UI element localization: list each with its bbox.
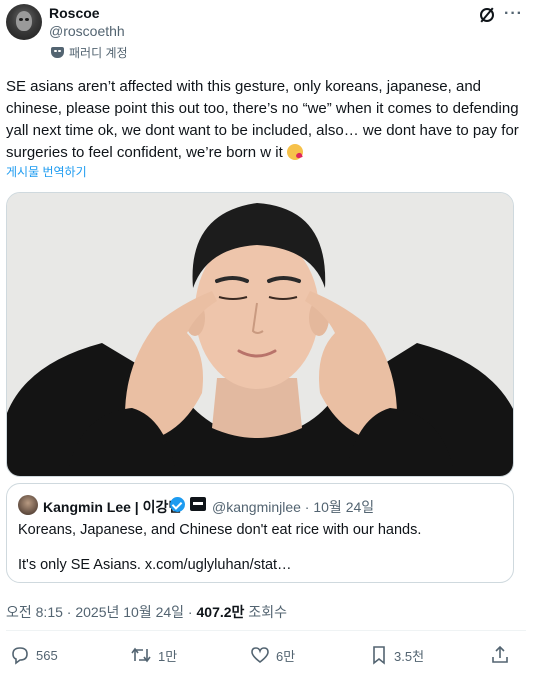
divider <box>6 630 526 631</box>
repost-count: 1만 <box>158 648 178 664</box>
more-options-icon[interactable]: ··· <box>504 5 523 23</box>
kissing-face-emoji-icon <box>286 144 303 160</box>
parody-account-label: 패러디 계정 <box>51 44 128 61</box>
grok-icon[interactable] <box>480 8 494 22</box>
tweet-header: Roscoe @roscoethh 패러디 계정 ··· <box>6 4 526 64</box>
views-label: 조회수 <box>244 604 287 620</box>
repost-button[interactable]: 1만 <box>130 644 177 666</box>
action-bar: 565 1만 6만 3.5천 <box>10 644 522 668</box>
heart-icon <box>251 647 269 664</box>
author-handle[interactable]: @roscoethh <box>49 23 125 39</box>
tweet-image[interactable] <box>6 192 514 477</box>
photo-man-pulling-eyes <box>7 193 513 476</box>
tweet-timestamp[interactable]: 오전 8:15 · 2025년 10월 24일 · <box>6 604 197 620</box>
quoted-text-line: It's only SE Asians. x.com/uglyluhan/sta… <box>18 557 292 573</box>
tweet-meta: 오전 8:15 · 2025년 10월 24일 · 407.2만 조회수 <box>6 602 287 622</box>
verified-badge-icon <box>170 497 185 512</box>
parody-mask-icon <box>51 47 64 58</box>
bookmark-icon <box>373 646 385 665</box>
author-avatar[interactable] <box>6 4 42 40</box>
parody-label-text: 패러디 계정 <box>69 46 128 60</box>
quoted-author-name[interactable]: Kangmin Lee | 이강민 <box>43 497 181 517</box>
quoted-tweet-card[interactable]: Kangmin Lee | 이강민 @kangminjlee · 10월 24일… <box>6 483 514 583</box>
repost-icon <box>131 647 151 663</box>
reply-icon <box>12 647 28 665</box>
tweet-text-content: SE asians aren’t affected with this gest… <box>6 78 519 161</box>
like-count: 6만 <box>276 648 296 664</box>
translate-post-link[interactable]: 게시물 번역하기 <box>6 163 87 180</box>
affiliation-badge-icon <box>190 497 206 511</box>
quoted-author-handle: @kangminjlee · 10월 24일 <box>212 499 375 515</box>
bookmark-count: 3.5천 <box>394 648 425 664</box>
reply-button[interactable]: 565 <box>10 644 58 666</box>
bookmark-button[interactable]: 3.5천 <box>370 644 424 666</box>
quoted-author-avatar[interactable] <box>18 495 38 515</box>
share-icon <box>492 645 508 663</box>
like-button[interactable]: 6만 <box>250 644 295 666</box>
reply-count: 565 <box>36 647 58 663</box>
quoted-text-line: Koreans, Japanese, and Chinese don't eat… <box>18 522 422 538</box>
view-count: 407.2만 <box>196 604 245 620</box>
tweet-text: SE asians aren’t affected with this gest… <box>6 76 521 164</box>
share-button[interactable] <box>490 644 510 666</box>
author-name[interactable]: Roscoe <box>49 5 100 21</box>
